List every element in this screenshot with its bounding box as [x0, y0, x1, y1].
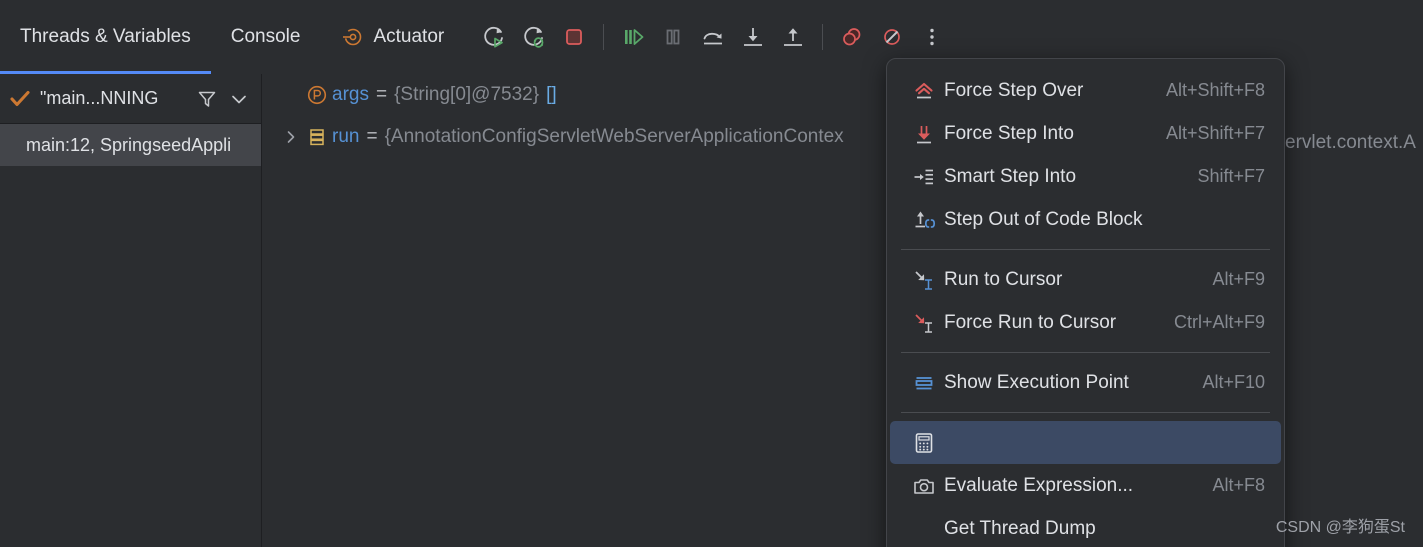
tab-label: Console — [230, 26, 301, 47]
object-icon — [302, 126, 332, 148]
menu-item-label: Smart Step Into — [944, 165, 1077, 187]
menu-item-label: Run to Cursor — [944, 268, 1063, 290]
expand-chevron-icon[interactable] — [280, 130, 302, 144]
variable-name: run — [332, 126, 360, 147]
show-execution-point-icon — [904, 371, 944, 395]
variable-type-overflow: ervlet.context.A — [1285, 132, 1416, 153]
frames-panel: "main...NNING main:12, SpringseedAppli — [0, 74, 261, 547]
menu-item-shortcut: Alt+Shift+F8 — [1165, 80, 1265, 100]
mute-breakpoints-icon[interactable] — [872, 17, 912, 57]
menu-item-label: Force Step Into — [944, 122, 1074, 144]
menu-item-label: Force Run to Cursor — [944, 311, 1117, 333]
view-breakpoints-icon[interactable] — [832, 17, 872, 57]
menu-separator-1 — [901, 249, 1270, 250]
pause-program-icon[interactable] — [653, 17, 693, 57]
tab-threads-and-variables[interactable]: Threads & Variables — [0, 0, 211, 74]
menu-separator-2 — [901, 352, 1270, 353]
step-over-icon[interactable] — [693, 17, 733, 57]
menu-item-shortcut: Ctrl+Alt+F9 — [1173, 312, 1265, 332]
menu-item-force-return[interactable]: Get Thread Dump — [890, 507, 1281, 547]
menu-item-smart-step-into[interactable]: Smart Step Into Shift+F7 — [890, 155, 1281, 198]
menu-item-shortcut: Alt+F9 — [1212, 269, 1265, 289]
frame-list-item[interactable]: main:12, SpringseedAppli — [0, 124, 261, 166]
menu-item-force-step-over[interactable]: Force Step Over Alt+Shift+F8 — [890, 69, 1281, 112]
tab-label: Threads & Variables — [20, 26, 191, 47]
menu-item-shortcut: Alt+F8 — [1212, 475, 1265, 495]
rerun-debug-icon[interactable] — [514, 17, 554, 57]
step-into-icon[interactable] — [733, 17, 773, 57]
chevron-down-icon[interactable] — [227, 87, 251, 111]
filter-icon[interactable] — [195, 87, 219, 111]
thread-running-check-icon — [8, 87, 32, 111]
stop-icon[interactable] — [554, 17, 594, 57]
equals-sign: = — [375, 84, 388, 105]
rerun-icon[interactable] — [474, 17, 514, 57]
step-out-icon[interactable] — [773, 17, 813, 57]
menu-item-evaluate-expression[interactable] — [890, 421, 1281, 464]
menu-item-label: Evaluate Expression... — [944, 474, 1134, 496]
smart-step-into-icon — [904, 165, 944, 189]
toolbar-divider — [603, 24, 605, 50]
toolbar-divider-2 — [822, 24, 824, 50]
menu-item-shortcut: Alt+F10 — [1202, 372, 1265, 392]
menu-item-show-execution-point[interactable]: Show Execution Point Alt+F10 — [890, 361, 1281, 404]
tab-console[interactable]: Console — [211, 0, 321, 74]
menu-item-shortcut: Alt+Shift+F7 — [1165, 123, 1265, 143]
equals-sign: = — [366, 126, 378, 147]
menu-item-get-thread-dump[interactable]: Evaluate Expression... Alt+F8 — [890, 464, 1281, 507]
menu-item-label: Force Step Over — [944, 79, 1084, 101]
expand-chevron-placeholder: › — [280, 87, 302, 104]
force-step-over-icon — [904, 79, 944, 103]
parameter-icon — [302, 84, 332, 106]
tab-label: Actuator — [373, 26, 445, 47]
debug-more-options-menu: Force Step Over Alt+Shift+F8 Force Step … — [886, 58, 1285, 547]
variable-type: {AnnotationConfigServletWebServerApplica… — [384, 126, 844, 147]
menu-item-shortcut: Shift+F7 — [1197, 166, 1265, 186]
debug-actions-toolbar — [464, 0, 952, 74]
step-out-code-block-icon — [904, 208, 944, 232]
variable-value: [] — [546, 84, 557, 105]
menu-separator-3 — [901, 412, 1270, 413]
more-options-icon[interactable] — [912, 17, 952, 57]
evaluate-expression-icon — [904, 431, 944, 455]
menu-item-step-out-of-code-block[interactable]: Step Out of Code Block — [890, 198, 1281, 241]
resume-program-icon[interactable] — [613, 17, 653, 57]
frame-label: main:12, SpringseedAppli — [26, 134, 232, 155]
force-run-to-cursor-icon — [904, 311, 944, 335]
menu-item-label: Get Thread Dump — [944, 517, 1096, 539]
menu-item-force-step-into[interactable]: Force Step Into Alt+Shift+F7 — [890, 112, 1281, 155]
force-step-into-icon — [904, 122, 944, 146]
menu-item-run-to-cursor[interactable]: Run to Cursor Alt+F9 — [890, 258, 1281, 301]
menu-item-force-run-to-cursor[interactable]: Force Run to Cursor Ctrl+Alt+F9 — [890, 301, 1281, 344]
thread-dump-icon — [904, 474, 944, 498]
thread-label: "main...NNING — [40, 88, 159, 108]
run-to-cursor-icon — [904, 268, 944, 292]
variable-name: args — [332, 84, 369, 105]
actuator-icon — [340, 25, 364, 49]
menu-item-label: Step Out of Code Block — [944, 208, 1143, 230]
menu-item-label: Show Execution Point — [944, 371, 1129, 393]
tab-actuator[interactable]: Actuator — [320, 0, 464, 74]
debugger-window: Threads & Variables Console Actuator "ma… — [0, 0, 1423, 547]
thread-selector[interactable]: "main...NNING — [0, 74, 261, 124]
variable-type: {String[0]@7532} — [394, 84, 540, 105]
